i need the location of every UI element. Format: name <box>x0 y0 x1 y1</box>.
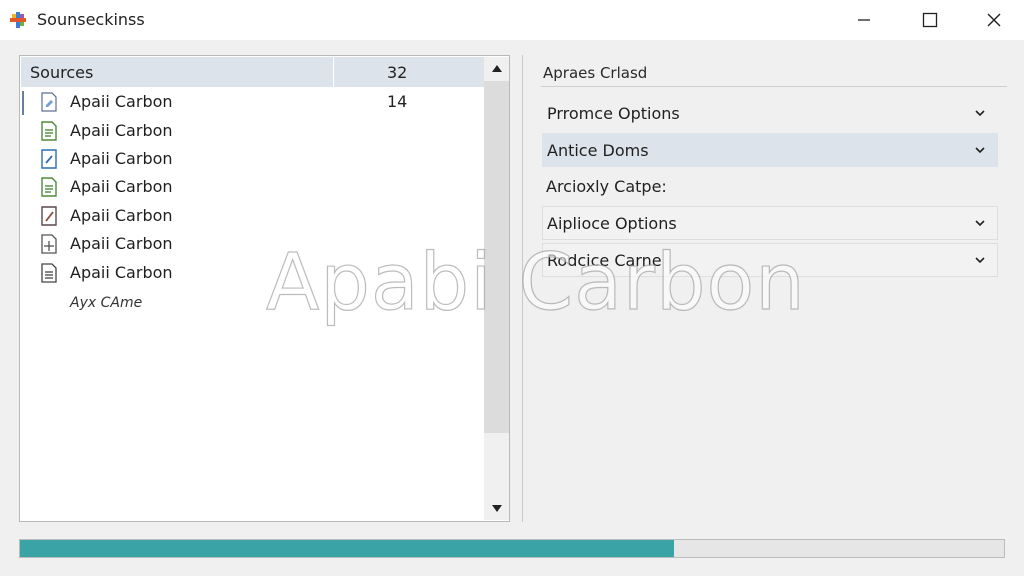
list-item[interactable]: Apaii Carbon <box>21 117 484 145</box>
dropdown-options-1[interactable]: Prromce Options <box>542 96 998 130</box>
chevron-down-icon <box>975 220 985 227</box>
list-item[interactable]: Apaii Carbon <box>21 259 484 287</box>
column-header-sources[interactable]: Sources <box>30 63 93 82</box>
dropdown-options-3[interactable]: Aiplioce Options <box>542 206 998 240</box>
document-green-icon <box>41 177 57 197</box>
list-item-partial-label[interactable]: Ayx CAme <box>70 295 142 311</box>
list-item[interactable]: Apaii Carbon <box>21 145 484 173</box>
document-edit-icon <box>41 92 57 112</box>
dropdown-label: Aiplioce Options <box>547 214 677 233</box>
list-item[interactable]: Apaii Carbon <box>21 202 484 230</box>
progress-bar <box>19 539 1005 558</box>
document-pen-icon <box>41 206 57 226</box>
list-item[interactable]: Apaii Carbon <box>21 173 484 201</box>
field-label: Arcioxly Catpe: <box>546 177 667 196</box>
dropdown-options-2[interactable]: Antice Doms <box>542 133 998 167</box>
list-item-count: 14 <box>387 92 408 111</box>
dropdown-options-4[interactable]: Rodcice Carne <box>542 243 998 277</box>
arrow-up-icon <box>491 65 502 72</box>
dropdown-label: Antice Doms <box>547 141 649 160</box>
scroll-up-button[interactable] <box>484 57 509 79</box>
document-text-icon <box>41 263 57 283</box>
list-item[interactable]: Apaii Carbon 14 <box>21 88 484 116</box>
scroll-down-button[interactable] <box>484 498 509 520</box>
progress-fill <box>20 540 674 557</box>
list-item-label: Apaii Carbon <box>70 234 173 253</box>
list-item-label: Apaii Carbon <box>70 177 173 196</box>
list-item-label: Apaii Carbon <box>70 206 173 225</box>
chevron-down-icon <box>975 147 985 154</box>
list-header[interactable]: Sources 32 <box>21 57 484 87</box>
selection-indicator <box>22 91 24 115</box>
list-item-label: Apaii Carbon <box>70 263 173 282</box>
scrollbar-thumb[interactable] <box>484 81 509 433</box>
app-logo-icon <box>10 12 26 28</box>
chevron-down-icon <box>975 257 985 264</box>
column-header-count[interactable]: 32 <box>387 63 407 82</box>
document-blue-icon <box>41 149 57 169</box>
document-green-icon <box>41 121 57 141</box>
close-button[interactable] <box>964 0 1024 40</box>
title-bar: Sounseckinss <box>0 0 1024 40</box>
list-item-label: Apaii Carbon <box>70 92 173 111</box>
section-divider <box>541 86 1007 87</box>
section-title: Apraes Crlasd <box>543 64 648 82</box>
list-item-label: Apaii Carbon <box>70 149 173 168</box>
list-item[interactable]: Apaii Carbon <box>21 230 484 258</box>
list-item-label: Apaii Carbon <box>70 121 173 140</box>
window-title: Sounseckinss <box>37 10 145 29</box>
dropdown-label: Prromce Options <box>547 104 680 123</box>
options-panel: Apraes Crlasd Prromce Options Antice Dom… <box>522 55 1007 522</box>
dropdown-label: Rodcice Carne <box>547 251 662 270</box>
arrow-down-icon <box>491 505 502 512</box>
chevron-down-icon <box>975 110 985 117</box>
sources-list-panel: Sources 32 Apaii Carbon 14 Apaii Carbon … <box>19 55 510 522</box>
column-divider <box>333 57 334 87</box>
minimize-icon <box>858 19 870 21</box>
maximize-icon <box>922 12 938 28</box>
vertical-scrollbar[interactable] <box>484 57 509 520</box>
maximize-button[interactable] <box>900 0 960 40</box>
close-icon <box>987 13 1001 27</box>
minimize-button[interactable] <box>834 0 894 40</box>
document-plus-icon <box>41 234 57 254</box>
